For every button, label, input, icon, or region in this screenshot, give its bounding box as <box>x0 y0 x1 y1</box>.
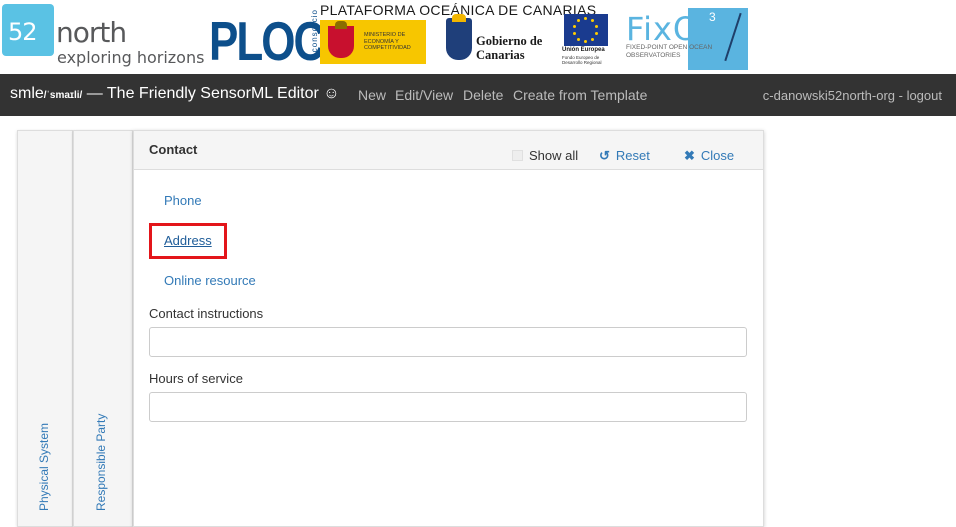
tab-responsible-party-label[interactable]: Responsible Party <box>94 414 108 511</box>
nav-delete[interactable]: Delete <box>463 87 503 103</box>
fixo-subtitle: FIXED-POINT OPEN OCEAN OBSERVATORIES <box>626 44 713 59</box>
52north-word: north <box>56 16 127 49</box>
nav-new[interactable]: New <box>358 87 386 103</box>
ministerio-logo: MINISTERIO DE ECONOMÍA Y COMPETITIVIDAD <box>320 20 426 64</box>
52north-number: 52 <box>8 18 38 46</box>
close-label: Close <box>700 148 735 163</box>
contact-instructions-label: Contact instructions <box>149 306 264 321</box>
logo-banner: 52 north exploring horizons PLOCAN conso… <box>0 0 956 74</box>
tab-physical-system[interactable]: Physical System <box>17 130 73 527</box>
show-all-checkbox[interactable] <box>512 150 523 161</box>
nav-user-logout[interactable]: c-danowski52north-org - logout <box>763 88 942 103</box>
52north-logo: 52 north exploring horizons <box>2 4 204 70</box>
ministerio-text: MINISTERIO DE ECONOMÍA Y COMPETITIVIDAD <box>364 32 411 51</box>
address-link[interactable]: Address <box>164 233 212 248</box>
spain-crest-icon <box>328 21 354 58</box>
contact-panel-header: Contact Show all ↺ Reset ✖ Close <box>134 131 763 170</box>
tab-physical-system-label[interactable]: Physical System <box>37 423 51 511</box>
tab-responsible-party[interactable]: Responsible Party <box>73 130 133 527</box>
phone-link[interactable]: Phone <box>164 193 202 208</box>
show-all-toggle[interactable]: Show all <box>512 148 578 163</box>
contact-instructions-input[interactable] <box>149 327 747 357</box>
plocan-logo: PLOCAN consorcio <box>209 3 385 72</box>
show-all-label: Show all <box>529 148 579 163</box>
eu-name: Unión Europea <box>562 47 605 53</box>
brand-subtitle: — The Friendly SensorML Editor ☺ <box>82 85 340 102</box>
brand-phonetic: /ˈsmaɪli/ <box>43 90 83 101</box>
nav-edit-view[interactable]: Edit/View <box>395 87 453 103</box>
hours-of-service-input[interactable] <box>149 392 747 422</box>
fixo-superscript: 3 <box>709 10 716 24</box>
main-navbar: smle/ˈsmaɪli/ — The Friendly SensorML Ed… <box>0 74 956 116</box>
close-icon: ✖ <box>684 148 695 163</box>
online-resource-link[interactable]: Online resource <box>164 273 256 288</box>
gobierno-canarias-logo: Gobierno de Canarias <box>446 14 546 66</box>
fixo3-logo: FixO 3 FIXED-POINT OPEN OCEAN OBSERVATOR… <box>624 8 748 70</box>
hours-of-service-label: Hours of service <box>149 371 243 386</box>
eu-flag-icon <box>564 14 608 46</box>
plocan-consorcio: consorcio <box>310 9 319 53</box>
reset-label: Reset <box>615 148 650 163</box>
52north-tagline: exploring horizons <box>57 48 205 67</box>
panel-title: Contact <box>149 142 198 157</box>
fixo-wordmark: FixO <box>626 10 700 48</box>
canarias-crest-icon <box>446 14 472 60</box>
gobierno-text: Gobierno de Canarias <box>476 34 543 62</box>
eu-fund: Fondo Europeo de Desarrollo Regional <box>562 55 602 65</box>
eu-logo: Unión Europea Fondo Europeo de Desarroll… <box>562 4 610 68</box>
contact-panel: Contact Show all ↺ Reset ✖ Close Phone Add… <box>133 130 764 527</box>
brand-title[interactable]: smle/ˈsmaɪli/ — The Friendly SensorML Ed… <box>10 85 340 103</box>
editor-panel-stack: Physical System Responsible Party Contac… <box>17 130 764 527</box>
brand-name: smle <box>10 85 44 102</box>
reset-icon: ↺ <box>599 148 610 163</box>
reset-button[interactable]: ↺ Reset <box>599 148 650 164</box>
nav-create-from-template[interactable]: Create from Template <box>513 87 647 103</box>
close-button[interactable]: ✖ Close <box>684 148 734 164</box>
